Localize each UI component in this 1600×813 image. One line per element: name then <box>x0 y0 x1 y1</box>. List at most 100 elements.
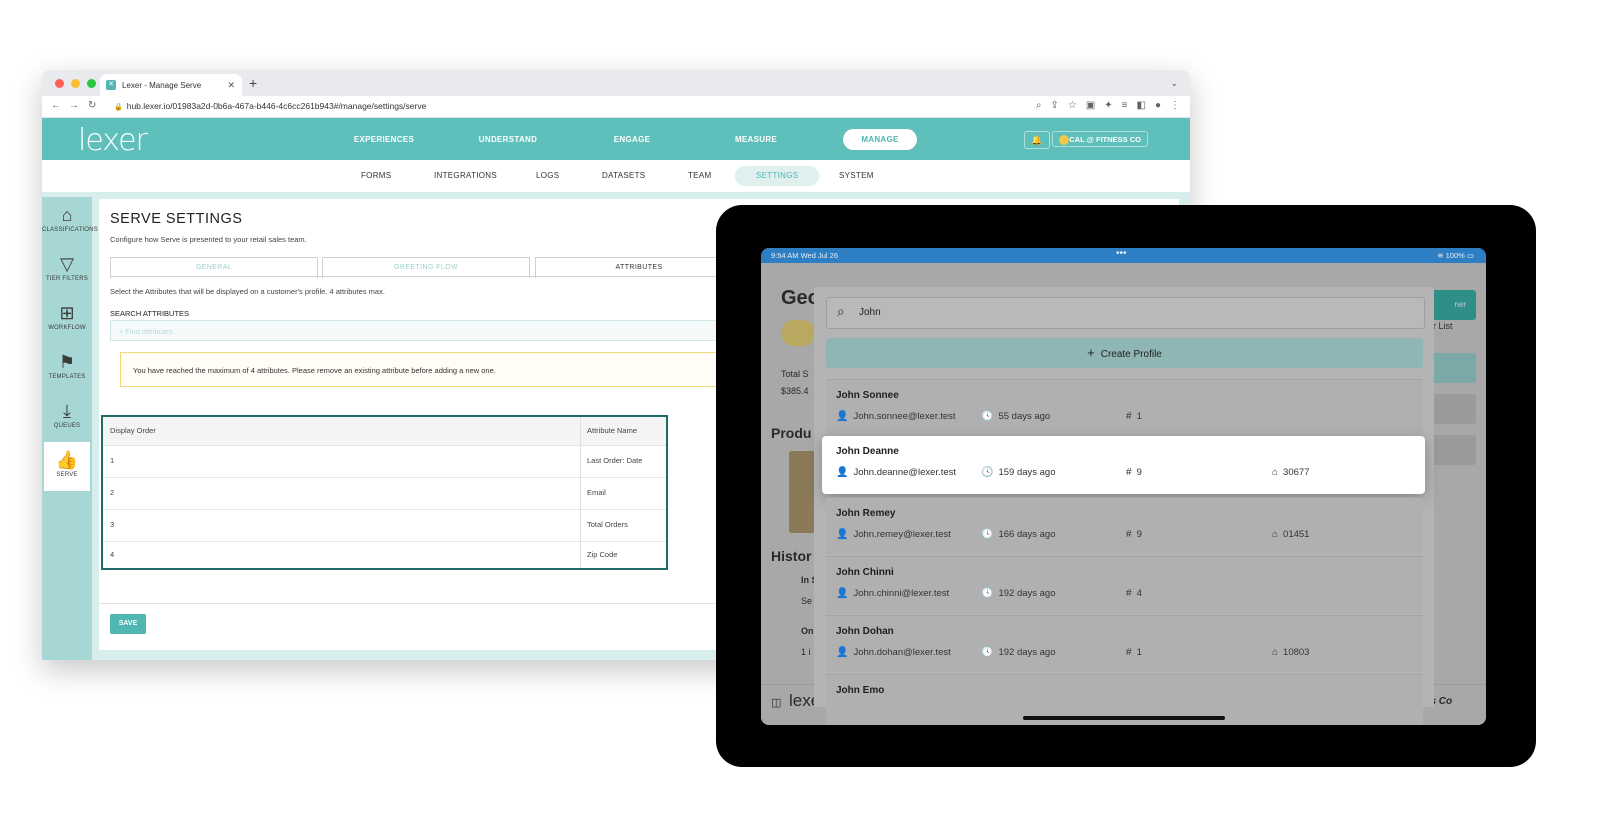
profile-name: John Emo <box>836 685 885 696</box>
create-profile-label: Create Profile <box>1100 349 1162 360</box>
sidebar-item-workflow[interactable]: ⊞ WORKFLOW <box>42 295 92 344</box>
sidebar-label: WORKFLOW <box>48 325 86 331</box>
person-icon: 👤 <box>836 467 849 478</box>
lexer-logo[interactable]: lexer <box>78 123 148 158</box>
row-order: 1 <box>110 456 115 465</box>
maximize-window-button[interactable] <box>87 79 96 88</box>
tab-general[interactable]: GENERAL <box>110 257 318 278</box>
reload-icon[interactable]: ↻ <box>88 100 96 111</box>
nav-understand[interactable]: UNDERSTAND <box>446 135 570 144</box>
save-button[interactable]: SAVE <box>110 614 146 634</box>
bookmark-star-icon[interactable]: ☆ <box>1068 100 1077 111</box>
profile-email: John.deanne@lexer.test <box>853 467 957 478</box>
new-tab-icon[interactable]: + <box>249 75 257 91</box>
profile-last-visit: 192 days ago <box>998 588 1056 599</box>
profile-orders: 1 <box>1136 411 1142 422</box>
sidebar-item-queues[interactable]: ⤓ QUEUES <box>42 393 92 442</box>
row-attribute-name: Last Order: Date <box>587 456 643 465</box>
product-image <box>789 451 815 533</box>
bg-badge <box>781 320 815 346</box>
subnav-integrations[interactable]: INTEGRATIONS <box>434 160 497 192</box>
profile-result[interactable]: John Remey 👤 John.remey@lexer.test 🕓 166 d… <box>826 497 1423 554</box>
table-row[interactable]: 3 Total Orders <box>103 509 666 542</box>
nav-engage[interactable]: ENGAGE <box>570 135 694 144</box>
tag-icon: ⌂ <box>61 205 73 225</box>
tab-search-chevron-icon[interactable]: ⌄ <box>1170 78 1178 89</box>
profile-result[interactable]: John Sonnee 👤 John.sonnee@lexer.test 🕓 55 … <box>826 379 1423 436</box>
nav-measure[interactable]: MEASURE <box>694 135 818 144</box>
url-field[interactable]: 🔒 hub.lexer.io/01983a2d-0b6a-467a-b446-4c… <box>114 101 426 111</box>
search-attributes-input[interactable]: ⌕ Find attributes... <box>110 320 730 341</box>
tab-attributes[interactable]: ATTRIBUTES <box>535 257 743 278</box>
sidebar-toggle-icon[interactable]: ◫ <box>771 696 781 709</box>
profile-name: John Dohan <box>836 626 894 637</box>
subnav-settings[interactable]: SETTINGS <box>735 166 820 186</box>
battery-percent: 100% <box>1445 251 1465 260</box>
forward-icon[interactable]: → <box>69 100 79 111</box>
nav-manage[interactable]: MANAGE <box>843 128 917 150</box>
profile-result[interactable]: John Dohan 👤 John.dohan@lexer.test 🕓 192 d… <box>826 615 1423 672</box>
ipad-screen: 9:54 AM Wed Jul 26 ••• ≋ 100% ▭ Geo Tota… <box>761 248 1486 725</box>
row-order: 4 <box>110 550 115 559</box>
profile-name: John Remey <box>836 508 896 519</box>
profile-orders: 1 <box>1136 647 1142 658</box>
close-tab-icon[interactable]: ✕ <box>227 80 235 91</box>
zoom-icon[interactable]: ⌕ <box>1036 100 1042 111</box>
nav-experiences[interactable]: EXPERIENCES <box>322 135 446 144</box>
browser-tab[interactable]: ✕ Lexer - Manage Serve ✕ <box>100 74 242 96</box>
notification-bell-icon[interactable]: 🔔 <box>1024 131 1050 149</box>
back-icon[interactable]: ← <box>51 100 61 111</box>
row-order: 2 <box>110 488 115 497</box>
sidepanel-icon[interactable]: ◧ <box>1137 100 1146 111</box>
profile-zip: 10803 <box>1283 647 1310 658</box>
menu-kebab-icon[interactable]: ⋮ <box>1170 100 1180 111</box>
bg-text: Total S <box>781 369 809 379</box>
profile-result[interactable]: John Chinni 👤 John.chinni@lexer.test 🕓 192… <box>826 556 1423 613</box>
sidebar-item-serve[interactable]: 👍 SERVE <box>44 442 90 491</box>
attributes-instruction: Select the Attributes that will be displ… <box>110 287 385 296</box>
sidebar-label: SERVE <box>56 472 78 478</box>
profile-icon[interactable]: ● <box>1155 100 1161 111</box>
tab-greeting-flow[interactable]: GREETING FLOW <box>322 257 530 278</box>
subnav-datasets[interactable]: DATASETS <box>602 160 645 192</box>
profile-last-visit: 192 days ago <box>998 647 1056 658</box>
table-row[interactable]: 2 Email <box>103 477 666 510</box>
subnav-logs[interactable]: LOGS <box>536 160 559 192</box>
sidebar-item-templates[interactable]: ⚑ TEMPLATES <box>42 344 92 393</box>
share-icon[interactable]: ⇪ <box>1050 100 1058 111</box>
profile-search-input[interactable]: ⌕ John <box>826 297 1425 329</box>
hash-icon: # <box>1126 588 1132 599</box>
sub-nav: FORMS INTEGRATIONS LOGS DATASETS TEAM SE… <box>42 160 1190 198</box>
close-window-button[interactable] <box>55 79 64 88</box>
page-title: SERVE SETTINGS <box>110 211 243 227</box>
profile-last-visit: 55 days ago <box>998 411 1051 422</box>
sidebar-item-classifications[interactable]: ⌂ CLASSIFICATIONS <box>42 197 98 246</box>
subnav-forms[interactable]: FORMS <box>361 160 391 192</box>
profile-name: John Deanne <box>836 446 899 457</box>
sidebar-item-tier-filters[interactable]: ▽ TIER FILTERS <box>42 246 92 295</box>
funnel-icon: ▽ <box>60 254 74 274</box>
profile-result-selected[interactable]: John Deanne 👤 John.deanne@lexer.test 🕓 159… <box>822 436 1425 494</box>
org-switcher[interactable]: CAL @ FITNESS CO <box>1052 131 1148 147</box>
home-indicator[interactable] <box>1023 716 1225 720</box>
create-profile-button[interactable]: + Create Profile <box>826 338 1423 368</box>
table-row[interactable]: 4 Zip Code <box>103 541 666 568</box>
profile-zip: 30677 <box>1283 467 1310 478</box>
profile-orders: 4 <box>1136 588 1142 599</box>
subnav-system[interactable]: SYSTEM <box>839 160 874 192</box>
profile-zip: 01451 <box>1283 529 1310 540</box>
subnav-team[interactable]: TEAM <box>688 160 711 192</box>
extension-icon[interactable]: ▣ <box>1086 100 1095 111</box>
max-attributes-warning: You have reached the maximum of 4 attrib… <box>120 352 740 387</box>
clock-icon: 🕓 <box>981 647 994 658</box>
minimize-window-button[interactable] <box>71 79 80 88</box>
multitask-dots-icon[interactable]: ••• <box>1116 248 1127 259</box>
bg-text: r List <box>1433 321 1453 331</box>
reading-list-icon[interactable]: ≡ <box>1122 100 1128 111</box>
thumbs-up-icon: 👍 <box>55 450 79 470</box>
attributes-table: Display Order Attribute Name 1 Last Orde… <box>101 415 668 570</box>
row-attribute-name: Email <box>587 488 606 497</box>
puzzle-icon[interactable]: ✦ <box>1104 100 1112 111</box>
table-row[interactable]: 1 Last Order: Date <box>103 445 666 478</box>
bg-btn-text: ner <box>1454 300 1466 309</box>
